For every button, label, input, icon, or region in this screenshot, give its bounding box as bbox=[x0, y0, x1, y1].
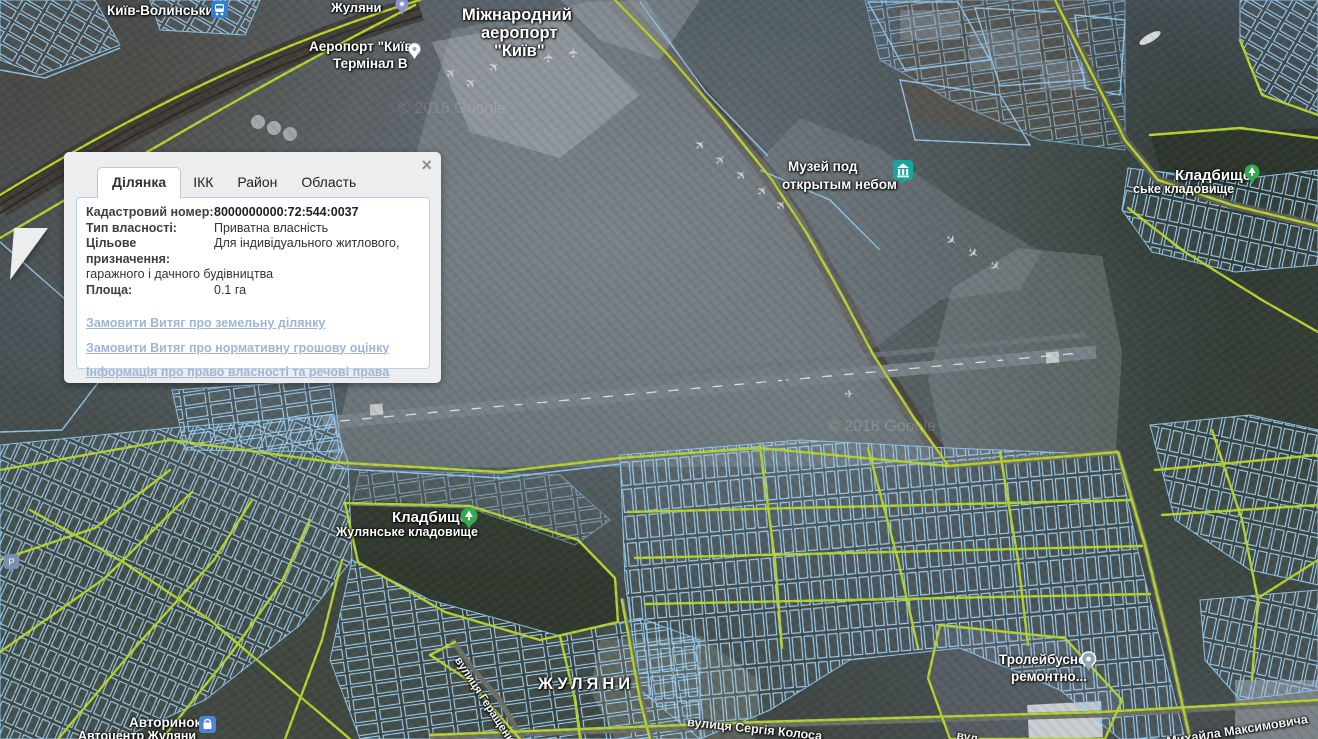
label-terminal-line1: Аеропорт "Київ bbox=[309, 39, 413, 54]
area-value: 0.1 га bbox=[214, 283, 246, 299]
tab-raion[interactable]: Район bbox=[225, 168, 289, 197]
terminal-pin-icon bbox=[407, 42, 422, 65]
poi-icon: Р bbox=[4, 554, 19, 577]
label-trolleybus-line2: ремонтно... bbox=[1011, 669, 1087, 684]
label-zhuliany-station: Жуляни bbox=[331, 0, 382, 15]
label-district-zhuliany: ЖУЛЯНИ bbox=[538, 675, 634, 694]
ownership-type-value: Приватна власність bbox=[214, 221, 328, 237]
label-cemetery-right-line2: ське кладовище bbox=[1133, 182, 1234, 196]
label-cemetery-center-line2: Жулянське кладовище bbox=[336, 525, 478, 539]
popup-links: Замовити Витяг про земельну ділянку Замо… bbox=[86, 316, 420, 381]
label-museum-line1: Музей под bbox=[788, 159, 857, 174]
google-watermark: © 2018 Google bbox=[828, 418, 936, 436]
field-area: Площа: 0.1 га bbox=[86, 283, 420, 299]
cadastral-number-value: 8000000000:72:544:0037 bbox=[214, 205, 359, 221]
field-label: Площа: bbox=[86, 283, 214, 299]
shopping-icon bbox=[199, 716, 216, 738]
label-terminal-line2: Термінал B bbox=[333, 56, 408, 71]
train-station-icon bbox=[211, 1, 228, 23]
google-watermark: © 2018 Google bbox=[398, 100, 506, 118]
svg-text:✈: ✈ bbox=[566, 47, 581, 58]
purpose-value-line1: Для індивідуального житлового, bbox=[214, 236, 399, 267]
field-label: Цільове призначення: bbox=[86, 236, 214, 267]
label-car-market-line1: Авторинок bbox=[129, 715, 201, 730]
label-car-market-line2: Автоцентр Жуляни bbox=[78, 729, 196, 739]
link-order-extract[interactable]: Замовити Витяг про земельну ділянку bbox=[86, 316, 420, 332]
label-museum-line2: открытым небом bbox=[782, 177, 897, 192]
tab-ikk[interactable]: ІКК bbox=[181, 168, 225, 197]
map-pin-icon bbox=[394, 0, 410, 21]
parcel-info-panel: Кадастровий номер: 8000000000:72:544:003… bbox=[76, 197, 430, 369]
close-icon[interactable]: × bbox=[421, 157, 432, 173]
link-ownership-info[interactable]: Інформація про право власності та речові… bbox=[86, 365, 420, 381]
poi-dot-pin-icon bbox=[1080, 651, 1097, 677]
svg-text:✈: ✈ bbox=[844, 388, 854, 401]
link-order-valuation[interactable]: Замовити Витяг про нормативну грошову оц… bbox=[86, 341, 420, 357]
tab-dilyanka[interactable]: Ділянка bbox=[97, 167, 181, 198]
cadastral-map[interactable]: ✈ ✈ ✈ ✈ ✈ ✈ ✈ ✈ ✈ ✈ ✈ ✈ ✈ ✈ Київ-Волинсь… bbox=[0, 0, 1318, 739]
field-ownership-type: Тип власності: Приватна власність bbox=[86, 221, 420, 237]
field-cadastral-number: Кадастровий номер: 8000000000:72:544:003… bbox=[86, 205, 420, 221]
label-kyiv-volynskyi: Київ-Волинський bbox=[107, 3, 222, 18]
label-trolleybus-line1: Тролейбусне bbox=[999, 652, 1086, 667]
field-purpose: Цільове призначення: Для індивідуального… bbox=[86, 236, 420, 267]
label-intl-airport-line3: "Київ" bbox=[494, 42, 545, 61]
field-label: Тип власності: bbox=[86, 221, 214, 237]
popup-tail bbox=[0, 228, 60, 284]
tab-oblast[interactable]: Область bbox=[289, 168, 368, 197]
field-label: Кадастровий номер: bbox=[86, 205, 214, 221]
svg-text:Р: Р bbox=[8, 557, 14, 567]
museum-icon bbox=[893, 160, 913, 188]
label-intl-airport-line1: Міжнародний bbox=[462, 6, 572, 25]
purpose-value-line2: гаражного і дачного будівництва bbox=[86, 267, 420, 283]
label-intl-airport-line2: аеропорт bbox=[481, 24, 558, 43]
parcel-info-popup: × Ділянка ІКК Район Область Кадастровий … bbox=[64, 152, 441, 383]
label-cemetery-center-line1: Кладбище bbox=[392, 509, 468, 526]
cemetery-tree-icon bbox=[1243, 164, 1261, 191]
popup-tab-bar: Ділянка ІКК Район Область bbox=[97, 167, 368, 197]
